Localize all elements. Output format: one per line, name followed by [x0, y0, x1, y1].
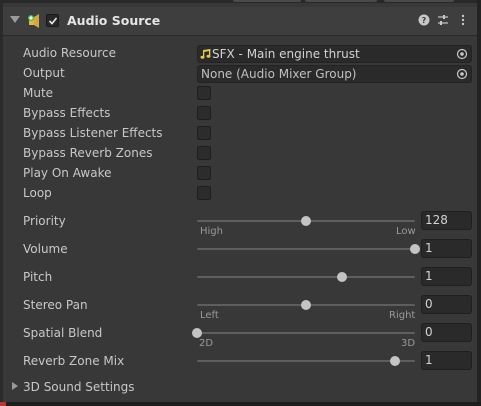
- spatial-blend-max-label: 3D: [401, 338, 416, 349]
- priority-value: 128: [425, 213, 448, 227]
- bottom-strip: [0, 402, 481, 406]
- spatial-blend-label: Spatial Blend: [23, 326, 103, 340]
- svg-text:?: ?: [422, 16, 427, 25]
- play-on-awake-checkbox[interactable]: [197, 166, 211, 180]
- stereo-pan-slider-track[interactable]: [197, 300, 415, 310]
- presets-icon[interactable]: [436, 13, 450, 27]
- chevron-down-icon[interactable]: [10, 16, 20, 23]
- priority-slider-thumb[interactable]: [301, 216, 311, 226]
- priority-label: Priority: [23, 214, 66, 228]
- priority-input[interactable]: 128: [421, 211, 472, 230]
- object-picker-icon[interactable]: [456, 48, 468, 60]
- stereo-pan-label: Stereo Pan: [23, 298, 88, 312]
- stereo-pan-slider-thumb[interactable]: [301, 300, 311, 310]
- volume-label: Volume: [23, 242, 68, 256]
- bypass-effects-label: Bypass Effects: [23, 106, 111, 120]
- reverb-zone-mix-value: 1: [425, 353, 433, 367]
- loop-checkbox[interactable]: [197, 186, 211, 200]
- reverb-zone-mix-slider-track[interactable]: [197, 356, 415, 366]
- pitch-slider-track[interactable]: [197, 272, 415, 282]
- tab-shadow: [384, 0, 454, 2]
- component-title: Audio Source: [67, 13, 161, 28]
- volume-slider-thumb[interactable]: [410, 244, 420, 254]
- object-picker-icon[interactable]: [456, 68, 468, 80]
- pitch-input[interactable]: 1: [421, 267, 472, 286]
- pitch-slider-thumb[interactable]: [337, 272, 348, 282]
- component-header[interactable]: Audio Source ?: [3, 7, 477, 36]
- stereo-pan-value: 0: [425, 297, 433, 311]
- audio-resource-field[interactable]: SFX - Main engine thrust: [197, 45, 472, 63]
- tab-shadow: [305, 0, 377, 2]
- reverb-zone-mix-input[interactable]: 1: [421, 351, 472, 370]
- audio-clip-icon: [200, 49, 211, 59]
- spatial-blend-input[interactable]: 0: [421, 323, 472, 342]
- stereo-pan-input[interactable]: 0: [421, 295, 472, 314]
- bypass-reverb-zones-checkbox[interactable]: [197, 146, 211, 160]
- mute-checkbox[interactable]: [197, 86, 211, 100]
- audio-resource-value: SFX - Main engine thrust: [212, 47, 360, 61]
- priority-min-label: High: [200, 226, 223, 237]
- output-field[interactable]: None (Audio Mixer Group): [197, 65, 472, 83]
- status-indicator: [0, 402, 6, 406]
- bypass-listener-effects-checkbox[interactable]: [197, 126, 211, 140]
- scrollbar[interactable]: [477, 0, 481, 406]
- top-strip: [0, 0, 481, 3]
- pitch-label: Pitch: [23, 270, 53, 284]
- priority-slider-track[interactable]: [197, 216, 415, 226]
- component-enabled-checkbox[interactable]: [46, 14, 59, 27]
- loop-label: Loop: [23, 186, 52, 200]
- spatial-blend-slider-thumb[interactable]: [192, 328, 202, 338]
- bypass-listener-effects-label: Bypass Listener Effects: [23, 126, 163, 140]
- spatial-blend-value: 0: [425, 325, 433, 339]
- chevron-right-icon[interactable]: [12, 382, 18, 390]
- pitch-value: 1: [425, 269, 433, 283]
- output-label: Output: [23, 66, 65, 80]
- reverb-zone-mix-label: Reverb Zone Mix: [23, 354, 125, 368]
- mute-label: Mute: [23, 86, 54, 100]
- output-value: None (Audio Mixer Group): [201, 67, 357, 81]
- reverb-zone-mix-slider-thumb[interactable]: [390, 356, 401, 366]
- spatial-blend-slider-track[interactable]: [192, 328, 415, 338]
- stereo-pan-min-label: Left: [200, 310, 219, 321]
- volume-value: 1: [425, 241, 433, 255]
- bypass-reverb-zones-label: Bypass Reverb Zones: [23, 146, 153, 160]
- spatial-blend-min-label: 2D: [199, 338, 214, 349]
- left-edge: [0, 0, 3, 406]
- stereo-pan-max-label: Right: [389, 310, 416, 321]
- kebab-menu-icon[interactable]: [456, 13, 470, 27]
- play-on-awake-label: Play On Awake: [23, 166, 112, 180]
- tab-shadow: [233, 0, 301, 2]
- bypass-effects-checkbox[interactable]: [197, 106, 211, 120]
- priority-max-label: Low: [396, 226, 416, 237]
- help-icon[interactable]: ?: [417, 13, 431, 27]
- check-icon: [48, 17, 58, 25]
- volume-input[interactable]: 1: [421, 239, 472, 258]
- 3d-sound-settings-foldout[interactable]: 3D Sound Settings: [23, 380, 135, 394]
- audio-source-icon: [28, 14, 39, 28]
- volume-slider-track[interactable]: [197, 244, 420, 254]
- audio-resource-label: Audio Resource: [23, 46, 116, 60]
